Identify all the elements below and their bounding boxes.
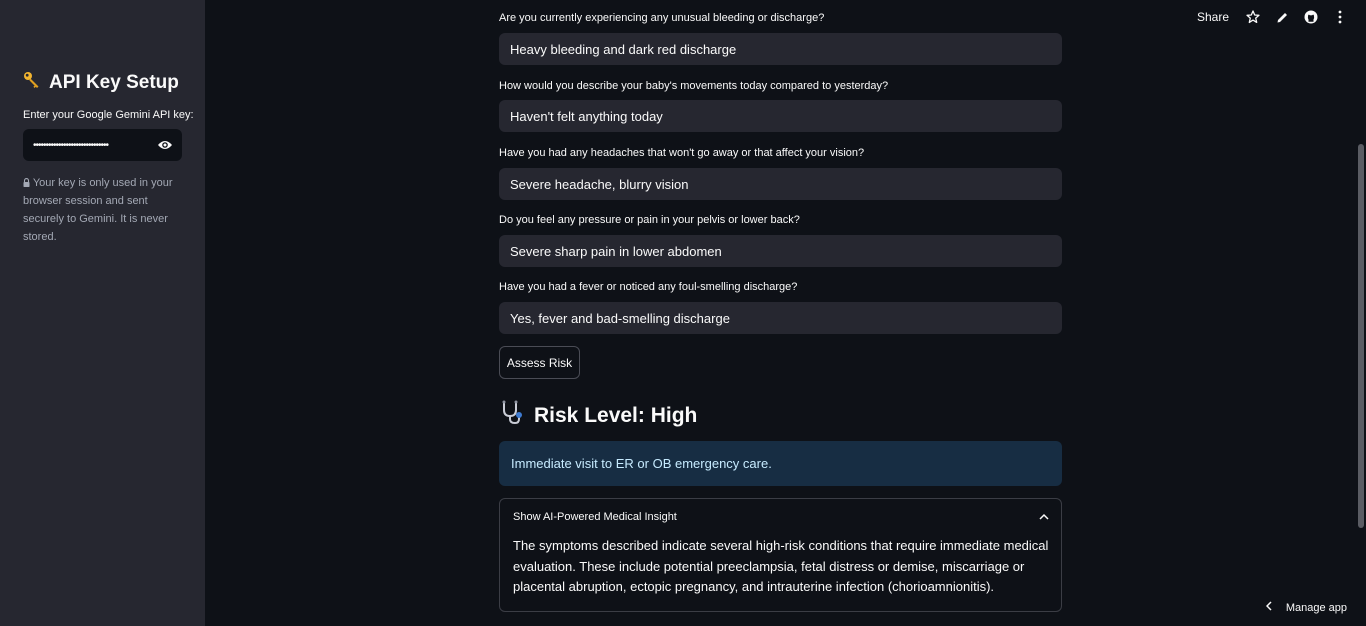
manage-app-button[interactable]: Manage app xyxy=(1265,601,1347,614)
question-label: Are you currently experiencing any unusu… xyxy=(499,12,825,24)
chevron-left-icon[interactable] xyxy=(1265,601,1272,614)
assess-risk-button[interactable]: Assess Risk xyxy=(499,346,580,379)
top-toolbar: Share xyxy=(1197,8,1348,26)
answer-input[interactable]: Heavy bleeding and dark red discharge xyxy=(499,33,1062,65)
stethoscope-icon xyxy=(499,399,526,432)
api-key-input[interactable]: •••••••••••••••••••••••••••••• xyxy=(23,129,182,161)
sidebar: API Key Setup Enter your Google Gemini A… xyxy=(0,0,205,626)
question-label: Have you had a fever or noticed any foul… xyxy=(499,281,798,293)
github-icon[interactable] xyxy=(1303,8,1319,26)
answer-input[interactable]: Yes, fever and bad-smelling discharge xyxy=(499,302,1062,334)
insight-expander: Show AI-Powered Medical Insight The symp… xyxy=(499,498,1062,612)
eye-icon[interactable] xyxy=(156,136,174,154)
recommendation-text: Immediate visit to ER or OB emergency ca… xyxy=(511,456,772,471)
chevron-up-icon[interactable] xyxy=(1039,511,1049,523)
api-key-value[interactable]: •••••••••••••••••••••••••••••• xyxy=(33,140,145,151)
insight-expander-header[interactable]: Show AI-Powered Medical Insight xyxy=(513,511,1049,523)
key-icon xyxy=(23,71,41,94)
question-label: Do you feel any pressure or pain in your… xyxy=(499,214,800,226)
scrollbar[interactable] xyxy=(1358,144,1364,528)
recommendation-alert: Immediate visit to ER or OB emergency ca… xyxy=(499,441,1062,486)
question-label: Have you had any headaches that won't go… xyxy=(499,147,865,159)
api-key-note-text: Your key is only used in your browser se… xyxy=(23,177,173,243)
lock-icon xyxy=(23,177,33,189)
manage-app-label[interactable]: Manage app xyxy=(1286,602,1347,614)
more-menu-icon[interactable] xyxy=(1332,8,1348,26)
question-label: How would you describe your baby's movem… xyxy=(499,80,889,92)
risk-level-text: Risk Level: High xyxy=(534,403,698,427)
share-button[interactable]: Share xyxy=(1197,10,1229,24)
risk-level-heading: Risk Level: High xyxy=(499,399,697,432)
edit-icon[interactable] xyxy=(1274,8,1290,26)
insight-body: The symptoms described indicate several … xyxy=(513,538,1049,594)
api-key-label: Enter your Google Gemini API key: xyxy=(23,109,194,121)
api-key-note: Your key is only used in your browser se… xyxy=(23,174,188,246)
answer-input[interactable]: Severe sharp pain in lower abdomen xyxy=(499,235,1062,267)
sidebar-title: API Key Setup xyxy=(23,71,179,94)
star-icon[interactable] xyxy=(1245,8,1261,26)
sidebar-title-text: API Key Setup xyxy=(49,71,179,93)
insight-expander-title[interactable]: Show AI-Powered Medical Insight xyxy=(513,511,677,523)
answer-input[interactable]: Haven't felt anything today xyxy=(499,100,1062,132)
answer-input[interactable]: Severe headache, blurry vision xyxy=(499,168,1062,200)
